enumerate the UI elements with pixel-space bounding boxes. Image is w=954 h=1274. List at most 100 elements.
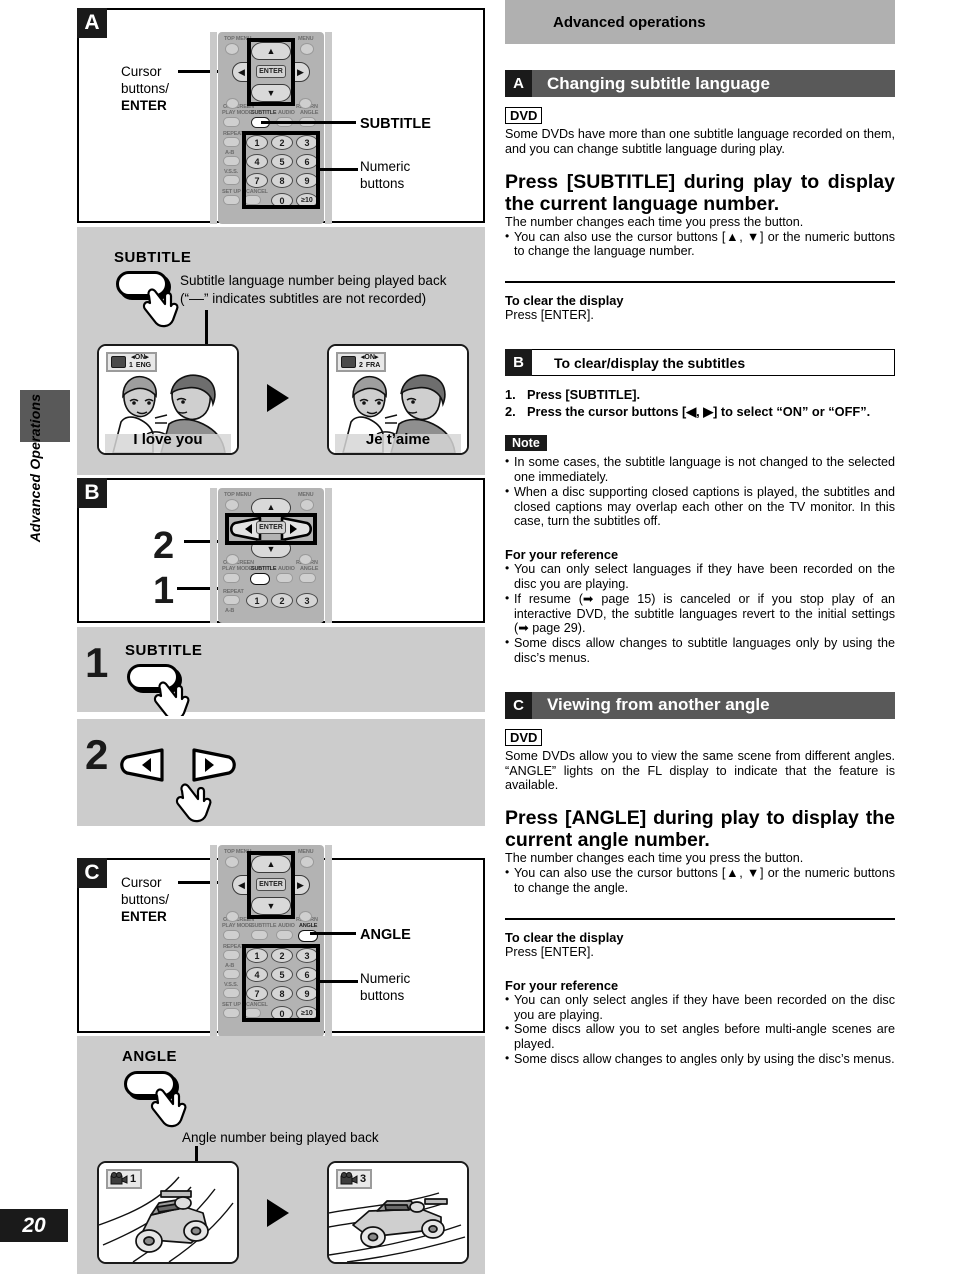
remote-label-angle-c: ANGLE: [299, 923, 318, 929]
on-screen-button-c[interactable]: [226, 911, 239, 922]
step-number: 1.: [505, 387, 516, 403]
remote-label-audio: AUDIO: [278, 110, 295, 116]
list-item: Some discs allow you to set angles befor…: [505, 1021, 895, 1052]
numeric-key-1-b[interactable]: 1: [246, 593, 268, 608]
pointing-hand-icon-subtitle: [142, 288, 179, 328]
list-item: When a disc supporting closed captions i…: [505, 484, 895, 529]
remote-side-left-c: [210, 845, 217, 1037]
list-item: 2. Press the cursor buttons [◀, ▶] to se…: [505, 403, 895, 420]
list-item: You can only select languages if they ha…: [505, 561, 895, 592]
section-a-bullets: You can also use the cursor buttons [▲, …: [505, 229, 895, 260]
set-up-button[interactable]: [223, 195, 240, 205]
menu-button-b[interactable]: [300, 499, 314, 511]
top-menu-button[interactable]: [225, 43, 239, 55]
step-1-panel: 1 SUBTITLE: [77, 627, 485, 721]
repeat-button[interactable]: [223, 137, 240, 147]
panel-a: A Cursor buttons/ ENTER TOP MENU MENU ▲ …: [77, 8, 485, 224]
numeric-keypad-highlight: [242, 131, 320, 209]
remote-side-right: [325, 32, 332, 224]
camera-icon-left: [110, 1172, 128, 1185]
divider-a: [505, 281, 895, 284]
numeric-key-2-b[interactable]: 2: [271, 593, 293, 608]
step-2-cursor-left-button[interactable]: [119, 747, 165, 788]
page-title: Advanced operations: [553, 13, 706, 31]
callout-numeric-c: Numeric buttons: [360, 970, 450, 1004]
section-a-lead: The number changes each time you press t…: [505, 214, 804, 229]
ab-button[interactable]: [223, 156, 240, 166]
osd-badge-subtitle-right: ◂ON▸ 2 FRA: [336, 352, 387, 372]
callout-numeric-line1: Numeric: [360, 159, 411, 174]
callout-cursor-line1: Cursor: [121, 64, 162, 79]
subtitle-caption-right: Je t’aime: [365, 431, 431, 448]
cursor-pad-highlight: [247, 38, 295, 106]
repeat-button-b[interactable]: [223, 595, 240, 605]
audio-button-b[interactable]: [276, 573, 293, 583]
tv-screen-angle-1: 1: [97, 1161, 239, 1264]
play-mode-button-c[interactable]: [223, 930, 240, 940]
top-menu-button-b[interactable]: [225, 499, 239, 511]
callout-angle-c: ANGLE: [360, 927, 411, 943]
camera-icon-right: [340, 1172, 358, 1185]
panel-b: B 2 1 TOP MENU MENU ▲ ENTER ▼ ON SCREEN …: [77, 478, 485, 623]
numeric-keypad-highlight-c: [242, 944, 320, 1022]
dvd-badge-c: DVD: [505, 728, 543, 746]
step-1-button-label: SUBTITLE: [125, 642, 203, 659]
angle-button-b[interactable]: [299, 573, 316, 583]
section-c-bullets: You can also use the cursor buttons [▲, …: [505, 865, 895, 896]
tv-screen-english: ◂ON▸ 1 ENG I love you: [97, 344, 239, 455]
subtitle-note-line1: Subtitle language number being played ba…: [180, 273, 447, 288]
subtitle-demo-button-label: SUBTITLE: [114, 249, 192, 266]
step-2-number: 2: [85, 731, 109, 778]
subtitle-button-c[interactable]: [251, 930, 268, 940]
on-screen-button[interactable]: [226, 98, 239, 109]
callout-numeric-line2: buttons: [360, 176, 405, 191]
return-button[interactable]: [299, 98, 312, 109]
ab-button-c[interactable]: [223, 969, 240, 979]
section-c-badge: C: [505, 691, 532, 719]
callout-numeric-a: Numeric buttons: [360, 158, 450, 192]
remote-label-play-mode-c: PLAY MODE: [222, 923, 253, 929]
remote-label-menu-c: MENU: [298, 849, 314, 855]
numeric-key-3-b[interactable]: 3: [296, 593, 318, 608]
set-up-button-c[interactable]: [223, 1008, 240, 1018]
callout-cursor-line1-c: Cursor: [121, 875, 162, 890]
subtitle-button-b[interactable]: [250, 573, 270, 585]
list-item: 1. Press [SUBTITLE].: [505, 386, 895, 403]
menu-button[interactable]: [300, 43, 314, 55]
osd-angle-number-right: 3: [360, 1173, 367, 1185]
callout-numeric-line2-c: buttons: [360, 988, 405, 1003]
vss-button-c[interactable]: [223, 988, 240, 998]
vss-button[interactable]: [223, 175, 240, 185]
section-b-title: To clear/display the subtitles: [554, 354, 746, 371]
osd-badge-subtitle-left: ◂ON▸ 1 ENG: [106, 352, 158, 372]
menu-button-c[interactable]: [300, 856, 314, 868]
subtitle-demo-panel: SUBTITLE Subtitle language number being …: [77, 227, 485, 475]
list-item: Some discs allow changes to subtitle lan…: [505, 635, 895, 666]
panel-c-badge: C: [77, 858, 107, 888]
section-c-header: C Viewing from another angle: [505, 691, 895, 719]
step-2-panel: 2: [77, 716, 485, 826]
divider-c: [505, 917, 895, 920]
tv-screen-angle-3: 3: [327, 1161, 469, 1264]
side-chapter-label: Advanced Operations: [27, 393, 43, 543]
on-screen-button-b[interactable]: [226, 554, 239, 565]
return-button-b[interactable]: [299, 554, 312, 565]
remote-side-left: [210, 32, 217, 224]
list-item: You can only select angles if they have …: [505, 992, 895, 1023]
list-item: You can also use the cursor buttons [▲, …: [505, 865, 895, 896]
play-mode-button[interactable]: [223, 117, 240, 127]
osd-text-right: ◂ON▸ 2 FRA: [359, 354, 384, 370]
audio-button-c[interactable]: [276, 930, 293, 940]
top-menu-button-c[interactable]: [225, 856, 239, 868]
subtitle-caption-left: I love you: [133, 431, 203, 448]
leader-line-numeric-c: [320, 980, 358, 983]
callout-numeric-line1-c: Numeric: [360, 971, 411, 986]
section-b-badge: B: [505, 349, 532, 377]
osd-on-indicator-right: ◂ON▸: [360, 354, 379, 361]
section-c-intro: Some DVDs allow you to view the same sce…: [505, 748, 895, 793]
play-mode-button-b[interactable]: [223, 573, 240, 583]
leader-line-numeric-a: [320, 168, 358, 171]
repeat-button-c[interactable]: [223, 950, 240, 960]
return-button-c[interactable]: [299, 911, 312, 922]
section-a-clear-title: To clear the display: [505, 293, 624, 309]
